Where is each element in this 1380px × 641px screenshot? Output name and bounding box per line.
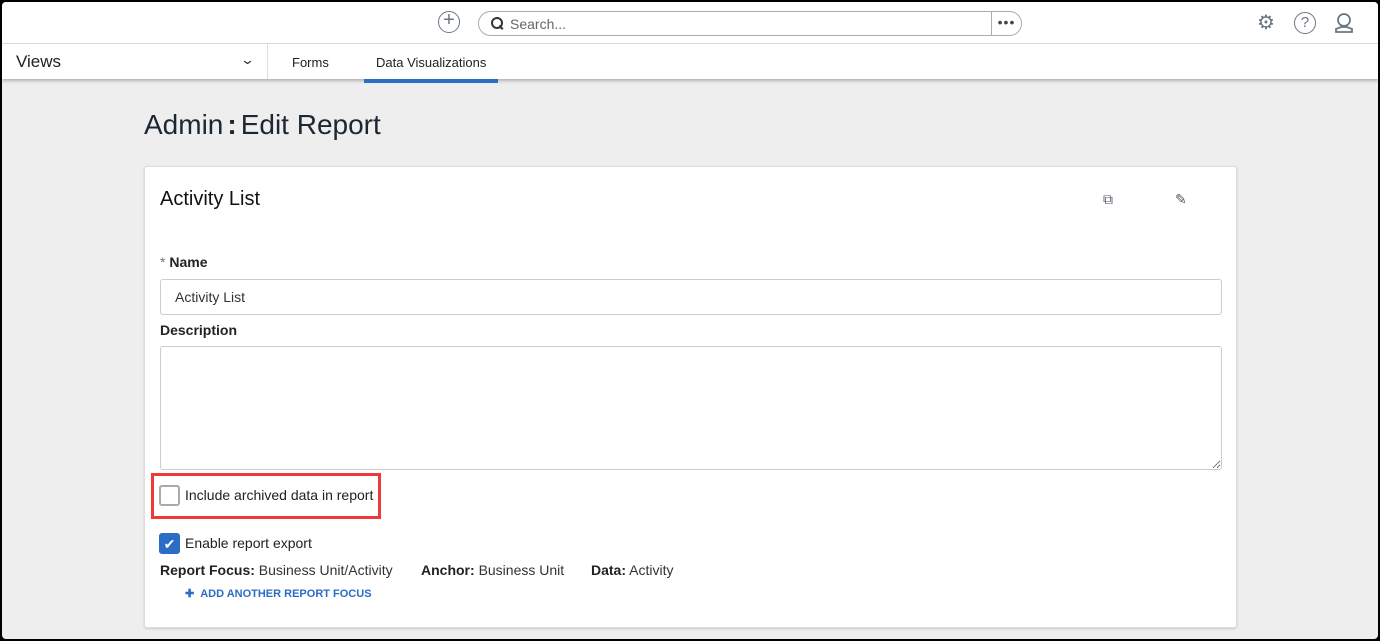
name-input[interactable] <box>160 279 1222 315</box>
description-textarea[interactable] <box>160 346 1222 470</box>
include-archived-label: Include archived data in report <box>185 487 374 503</box>
include-archived-checkbox[interactable] <box>159 485 180 506</box>
plus-icon: ✚ <box>185 588 195 600</box>
search-box: ••• <box>478 11 1022 36</box>
search-options-button[interactable]: ••• <box>991 12 1021 35</box>
search-input[interactable] <box>510 15 980 32</box>
user-icon[interactable] <box>1333 12 1355 34</box>
add-icon[interactable]: + <box>438 10 460 33</box>
views-dropdown[interactable]: Views <box>16 52 61 72</box>
tab-data-visualizations[interactable]: Data Visualizations <box>364 55 499 83</box>
description-label: Description <box>160 322 238 338</box>
search-icon <box>491 17 504 30</box>
card-title: Activity List <box>160 188 261 210</box>
top-bar: + ••• ⚙ ? <box>2 2 1378 44</box>
name-label: * Name <box>160 254 208 270</box>
help-icon[interactable]: ? <box>1294 12 1316 34</box>
anchor: Anchor: Business Unit <box>421 562 565 578</box>
enable-export-label: Enable report export <box>185 535 312 551</box>
chevron-down-icon[interactable]: ⌄ <box>240 52 255 68</box>
add-report-focus-link[interactable]: ✚ ADD ANOTHER REPORT FOCUS <box>185 587 372 600</box>
gear-icon[interactable]: ⚙ <box>1255 12 1277 34</box>
tab-forms[interactable]: Forms <box>292 55 329 70</box>
copy-icon[interactable]: ⧉ <box>1103 191 1113 208</box>
report-focus: Report Focus: Business Unit/Activity <box>160 562 393 578</box>
report-card: Activity List ⧉ ✎ * Name Description Inc… <box>144 166 1237 628</box>
pencil-icon[interactable]: ✎ <box>1175 191 1187 208</box>
app-window: + ••• ⚙ ? Views ⌄ Forms Data Visualizati… <box>2 2 1378 639</box>
nav-bar: Views ⌄ Forms Data Visualizations <box>2 44 1378 83</box>
data-source: Data: Activity <box>591 562 674 578</box>
page-title: Admin: Edit Report <box>144 109 381 140</box>
divider <box>267 44 268 79</box>
enable-export-checkbox[interactable]: ✔ <box>159 533 180 554</box>
